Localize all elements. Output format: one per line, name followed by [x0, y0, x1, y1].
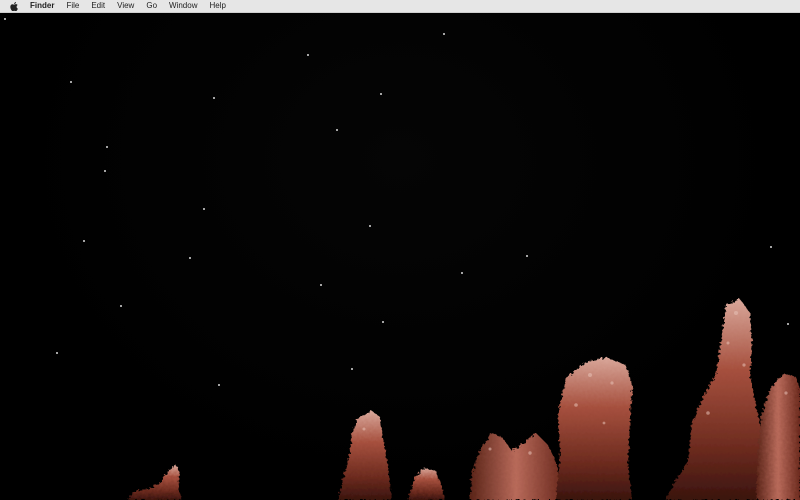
desktop-wallpaper[interactable] [0, 13, 800, 500]
menu-bar: Finder File Edit View Go Window Help [0, 0, 800, 13]
star [443, 33, 445, 35]
apple-menu[interactable] [6, 0, 22, 12]
star [351, 368, 353, 370]
star [320, 284, 322, 286]
star [787, 323, 789, 325]
star [213, 97, 215, 99]
star [4, 18, 6, 20]
star [83, 240, 85, 242]
menu-edit[interactable]: Edit [85, 0, 111, 12]
star [369, 225, 371, 227]
star [56, 352, 58, 354]
star [770, 246, 772, 248]
apple-logo-icon [10, 1, 18, 11]
star [382, 321, 384, 323]
star [380, 93, 382, 95]
menu-help[interactable]: Help [203, 0, 231, 12]
star [307, 54, 309, 56]
menu-go[interactable]: Go [140, 0, 163, 12]
rock-formations [128, 299, 800, 500]
star [203, 208, 205, 210]
star [70, 81, 72, 83]
menu-file[interactable]: File [60, 0, 85, 12]
star [526, 255, 528, 257]
menu-app-name[interactable]: Finder [22, 0, 60, 12]
star [106, 146, 108, 148]
star [218, 384, 220, 386]
star [336, 129, 338, 131]
star [189, 257, 191, 259]
star [120, 305, 122, 307]
menu-window[interactable]: Window [163, 0, 203, 12]
star [461, 272, 463, 274]
menu-view[interactable]: View [111, 0, 140, 12]
star [104, 170, 106, 172]
